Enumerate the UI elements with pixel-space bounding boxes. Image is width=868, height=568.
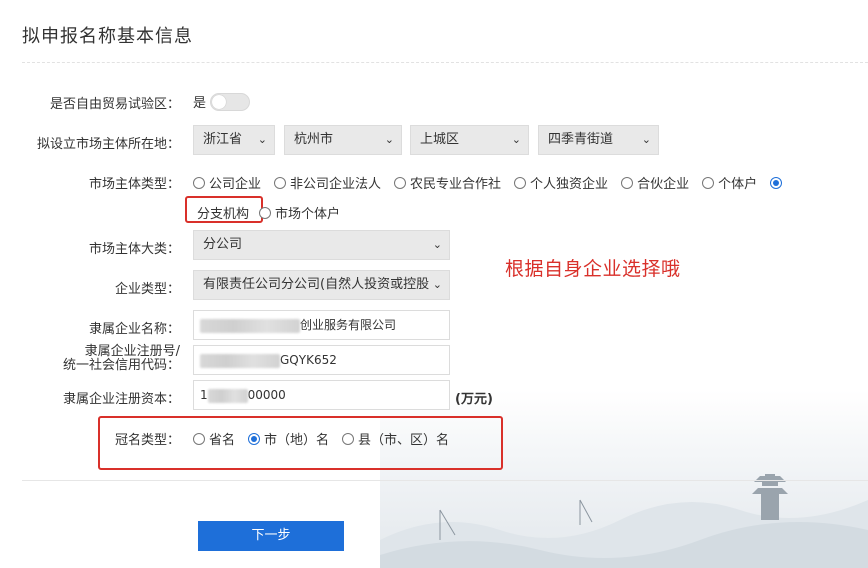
radio-icon <box>342 432 355 445</box>
parent-capital-input[interactable]: 1 00000 <box>193 380 450 410</box>
option-label: 市（地）名 <box>264 433 330 448</box>
entity-type-option-branch[interactable]: 分支机构 <box>197 203 249 222</box>
radio-icon <box>259 206 272 219</box>
radio-icon <box>193 432 205 445</box>
crown-type-option[interactable]: 县（市、区）名 <box>342 429 449 448</box>
radio-icon <box>514 176 527 189</box>
crown-type-label: 冠名类型： <box>114 433 180 448</box>
location-label: 拟设立市场主体所在地： <box>36 137 180 152</box>
parent-name-value: 创业服务有限公司 <box>300 318 397 332</box>
free-trade-label: 是否自由贸易试验区： <box>49 97 180 112</box>
crown-type-option[interactable]: 省名 <box>193 429 235 448</box>
chevron-down-icon: ⌄ <box>257 133 267 146</box>
entity-type-radios-row2: 分支机构 市场个体户 <box>197 203 353 222</box>
radio-selected-icon <box>770 176 783 189</box>
annotation-note: 根据自身企业选择哦 <box>505 258 681 280</box>
parent-reg-value: GQYK652 <box>280 353 337 367</box>
bottom-divider <box>22 480 868 481</box>
province-value: 浙江省 <box>203 132 243 147</box>
free-trade-toggle[interactable] <box>210 92 251 111</box>
province-select[interactable]: 浙江省 ⌄ <box>193 125 275 155</box>
page-title: 拟申报名称基本信息 <box>22 26 193 47</box>
option-label: 市场个体户 <box>275 207 341 222</box>
entity-type-option[interactable]: 非公司企业法人 <box>274 173 381 192</box>
city-value: 杭州市 <box>294 132 334 147</box>
entity-type-option[interactable]: 公司企业 <box>193 173 261 192</box>
radio-icon <box>274 176 287 189</box>
option-label: 公司企业 <box>209 177 262 192</box>
chevron-down-icon: ⌄ <box>384 133 394 146</box>
entity-type-option[interactable]: 个体户 <box>702 173 757 192</box>
option-label: 合伙企业 <box>637 177 690 192</box>
chevron-down-icon: ⌄ <box>641 133 651 146</box>
city-select[interactable]: 杭州市 ⌄ <box>284 125 402 155</box>
option-label: 个体户 <box>718 177 758 192</box>
option-label: 非公司企业法人 <box>290 177 382 192</box>
parent-capital-label: 隶属企业注册资本： <box>62 392 180 407</box>
next-step-button[interactable]: 下一步 <box>198 521 344 551</box>
capital-prefix: 1 <box>200 388 208 402</box>
entity-category-value: 分公司 <box>203 237 243 252</box>
option-label: 个人独资企业 <box>530 177 609 192</box>
enterprise-type-value: 有限责任公司分公司(自然人投资或控股 <box>203 277 430 292</box>
radio-icon <box>702 176 715 189</box>
district-value: 上城区 <box>420 132 460 147</box>
parent-reg-label: 隶属企业注册号/ 统一社会信用代码： <box>63 345 180 373</box>
parent-reg-label-line1: 隶属企业注册号/ <box>84 344 180 359</box>
parent-reg-label-line2: 统一社会信用代码： <box>62 358 180 373</box>
enterprise-type-select[interactable]: 有限责任公司分公司(自然人投资或控股 ⌄ <box>193 270 450 300</box>
capital-suffix: 00000 <box>247 388 286 402</box>
redacted-text <box>200 353 280 368</box>
chevron-down-icon: ⌄ <box>511 133 521 146</box>
crown-type-option-selected[interactable]: 市（地）名 <box>248 429 329 448</box>
radio-icon <box>621 176 634 189</box>
capital-unit: (万元) <box>455 392 493 407</box>
entity-type-option-selected[interactable] <box>770 176 786 189</box>
top-divider <box>22 62 868 63</box>
redacted-text <box>207 388 248 403</box>
entity-type-option[interactable]: 合伙企业 <box>621 173 689 192</box>
entity-type-option[interactable]: 个人独资企业 <box>514 173 608 192</box>
district-select[interactable]: 上城区 ⌄ <box>410 125 529 155</box>
option-label: 分支机构 <box>197 207 250 222</box>
parent-name-input[interactable]: 创业服务有限公司 <box>193 310 450 340</box>
street-value: 四季青街道 <box>548 132 614 147</box>
entity-category-label: 市场主体大类： <box>88 242 180 257</box>
option-label: 县（市、区）名 <box>358 433 450 448</box>
enterprise-type-label: 企业类型： <box>114 282 180 297</box>
entity-type-option[interactable]: 农民专业合作社 <box>394 173 501 192</box>
entity-category-select[interactable]: 分公司 ⌄ <box>193 230 450 260</box>
parent-name-label: 隶属企业名称： <box>88 322 180 337</box>
free-trade-value: 是 <box>193 96 207 111</box>
crown-type-radios: 省名 市（地）名 县（市、区）名 <box>193 429 462 448</box>
entity-type-option[interactable]: 市场个体户 <box>259 203 340 222</box>
free-trade-control: 是 <box>193 92 251 111</box>
radio-selected-icon <box>248 432 261 445</box>
chevron-down-icon: ⌄ <box>432 278 442 291</box>
option-label: 省名 <box>209 433 236 448</box>
toggle-knob <box>212 94 227 109</box>
street-select[interactable]: 四季青街道 ⌄ <box>538 125 659 155</box>
chevron-down-icon: ⌄ <box>432 238 442 251</box>
redacted-text <box>200 318 300 333</box>
entity-type-label: 市场主体类型： <box>88 177 180 192</box>
entity-type-radios-row1: 公司企业 非公司企业法人 农民专业合作社 个人独资企业 合伙企业 个体户 <box>193 173 786 192</box>
parent-reg-input[interactable]: GQYK652 <box>193 345 450 375</box>
radio-icon <box>193 176 205 189</box>
radio-icon <box>394 176 407 189</box>
option-label: 农民专业合作社 <box>410 177 502 192</box>
